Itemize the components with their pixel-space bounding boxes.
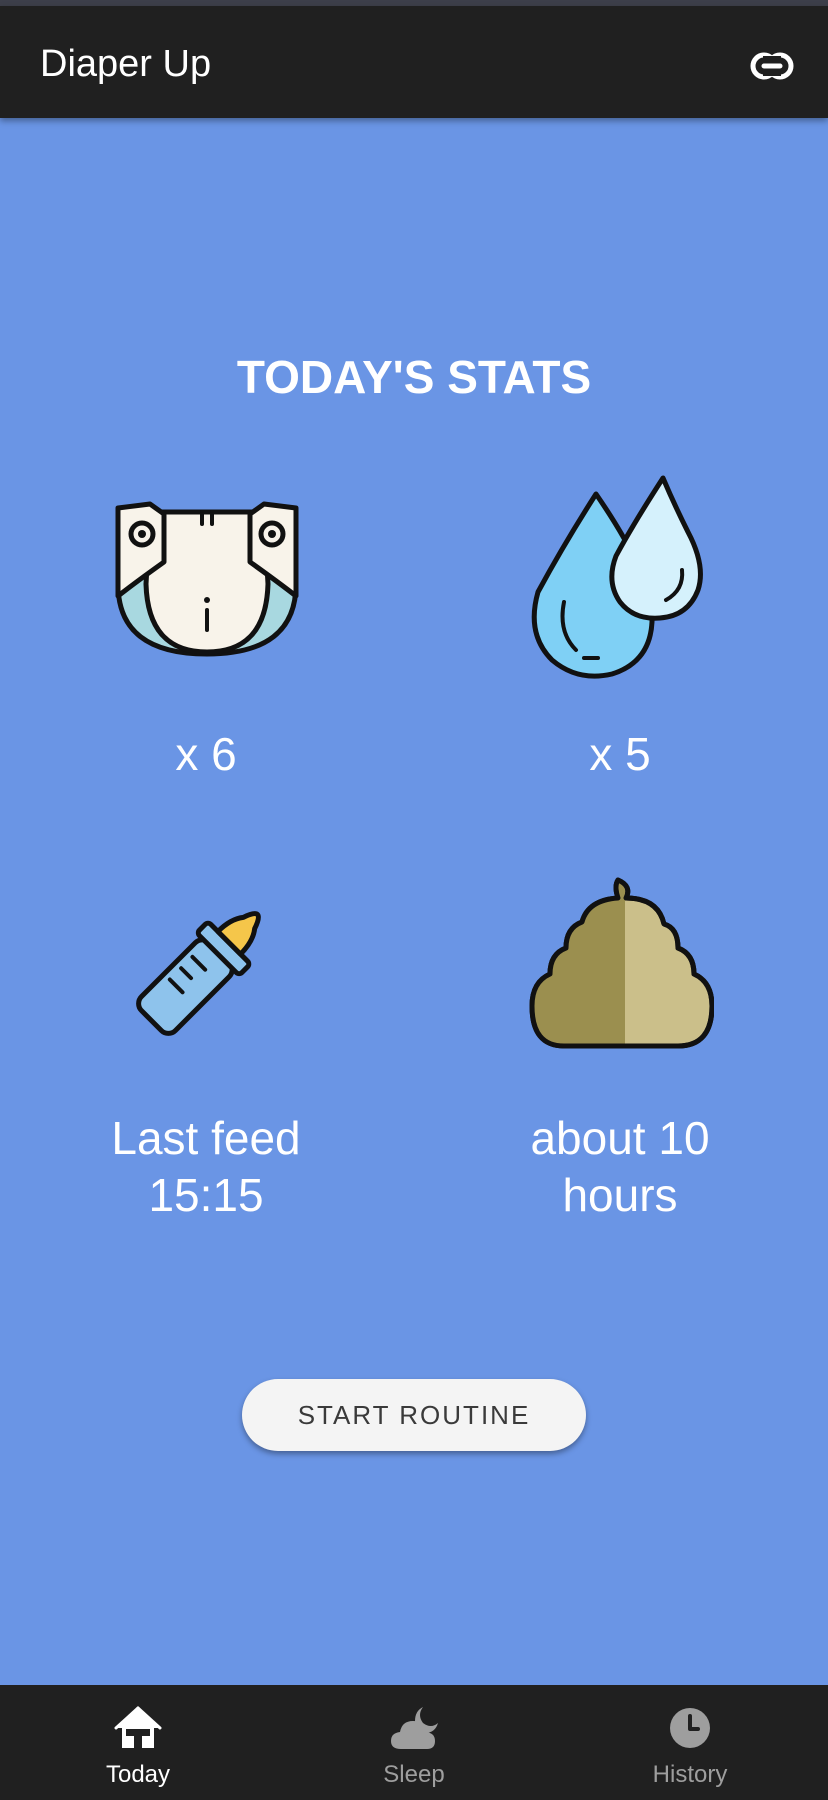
feed-stat-icon <box>134 890 282 1043</box>
nav-label-history: History <box>652 1761 728 1788</box>
pee-count: x 5 <box>440 726 800 783</box>
last-poop-value: about 10 <box>530 1112 710 1164</box>
pee-count-value: x 5 <box>589 728 651 780</box>
nav-label-today: Today <box>105 1761 171 1788</box>
last-feed: Last feed 15:15 <box>26 1110 386 1224</box>
last-feed-label: Last feed <box>111 1112 301 1164</box>
link-button[interactable] <box>744 44 800 88</box>
diaper-count-value: x 6 <box>175 728 237 780</box>
stats-heading: TODAY'S STATS <box>236 351 592 403</box>
cloud-moon-icon <box>391 1707 438 1749</box>
diaper-stat-icon <box>106 494 308 665</box>
diaper-count: x 6 <box>26 726 386 783</box>
app-bar: Diaper Up <box>0 6 828 118</box>
water-drops-icon <box>531 475 703 679</box>
clock-icon <box>670 1708 710 1748</box>
pee-stat-icon <box>528 474 714 685</box>
app-title: Diaper Up <box>40 43 212 85</box>
start-routine-button[interactable]: START ROUTINE <box>242 1379 586 1451</box>
nav-item-history[interactable]: History <box>552 1685 828 1800</box>
home-icon <box>114 1706 162 1748</box>
poop-stat-icon <box>528 876 715 1057</box>
today-screen: Diaper Up TODAY'S STATS x 6 x 5 Last fee… <box>0 0 828 1800</box>
last-poop-unit: hours <box>562 1169 678 1221</box>
nav-item-today[interactable]: Today <box>0 1685 276 1800</box>
nav-label-sleep: Sleep <box>383 1761 445 1788</box>
baby-bottle-icon <box>136 911 261 1036</box>
nav-item-sleep[interactable]: Sleep <box>276 1685 552 1800</box>
link-icon <box>750 52 794 80</box>
last-poop: about 10 hours <box>440 1110 800 1224</box>
last-feed-time: 15:15 <box>148 1169 264 1221</box>
diaper-icon <box>115 501 299 657</box>
poop-icon <box>529 877 715 1049</box>
bottom-nav: Today Sleep History <box>0 1685 828 1800</box>
